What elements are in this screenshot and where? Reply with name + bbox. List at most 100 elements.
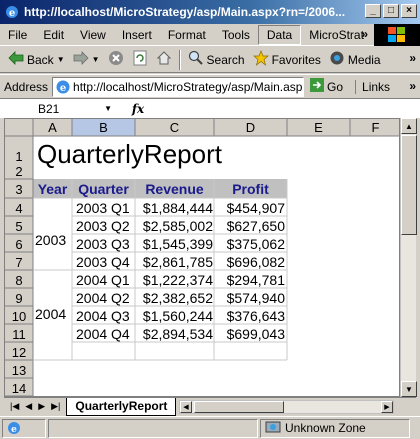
status-pane-zone: Unknown Zone [260,418,410,438]
quarter-cell: 2004 Q2 [76,290,130,306]
menu-data[interactable]: Data [257,24,302,45]
next-sheet-icon[interactable]: ▶ [38,401,45,412]
address-input[interactable]: e http://localhost/MicroStrategy/asp/Mai… [52,76,305,97]
stop-button[interactable] [104,49,128,71]
title-bar: e http://localhost/MicroStrategy/asp/Mai… [0,0,420,24]
menu-file[interactable]: File [0,25,35,45]
go-label: Go [327,79,344,94]
links-overflow-icon[interactable]: » [409,79,416,93]
quarter-cell: 2003 Q4 [76,254,130,270]
column-header-b[interactable]: B [72,120,135,135]
row-header[interactable]: 3 [5,182,33,197]
column-header-a[interactable]: A [33,120,72,135]
menu-tools[interactable]: Tools [214,25,258,45]
refresh-button[interactable] [128,49,152,71]
scroll-right-icon[interactable]: ▶ [381,401,393,413]
profit-cell: $574,940 [226,290,285,306]
first-sheet-icon[interactable]: |◀ [10,401,19,412]
year-cell: 2004 [35,306,67,322]
address-bar: Address e http://localhost/MicroStrategy… [0,74,420,98]
year-cell: 2003 [35,232,67,248]
name-box-value: B21 [38,101,60,116]
spreadsheet-grid[interactable]: A B C D E F 1 2 3 4 5 6 7 8 9 10 11 12 1… [4,118,400,397]
row-header[interactable]: 10 [5,309,33,324]
row-header[interactable]: 4 [5,201,33,216]
name-box[interactable]: B21 ▼ [0,100,118,118]
column-header-d[interactable]: D [214,120,287,135]
header-profit: Profit [232,181,269,197]
media-button[interactable]: Media [325,49,385,71]
status-bar: e Unknown Zone [0,416,420,439]
home-button[interactable] [152,49,176,71]
quarter-cell: 2004 Q4 [76,326,130,342]
toolbar-separator [178,49,181,70]
forward-button[interactable]: ▼ [69,49,104,71]
favorites-button[interactable]: Favorites [249,49,325,71]
revenue-cell: $2,382,652 [142,290,213,306]
horizontal-scrollbar[interactable]: ◀ ▶ [179,400,394,414]
row-header[interactable]: 7 [5,255,33,270]
formula-input[interactable] [158,100,420,118]
row-header[interactable]: 8 [5,273,33,288]
svg-text:e: e [9,8,15,19]
maximize-button[interactable]: □ [383,4,399,18]
menu-insert[interactable]: Insert [114,25,160,45]
profit-cell: $696,082 [226,254,285,270]
last-sheet-icon[interactable]: ▶| [51,401,60,412]
close-button[interactable]: × [401,4,417,18]
menu-edit[interactable]: Edit [35,25,72,45]
row-header[interactable]: 13 [5,363,33,378]
scroll-thumb[interactable] [401,135,417,235]
go-button[interactable]: Go [310,78,343,95]
name-box-dropdown-icon[interactable]: ▼ [104,104,112,113]
search-icon [188,50,204,69]
favorites-label: Favorites [271,52,321,67]
row-header[interactable]: 12 [5,345,33,360]
row-header[interactable]: 2 [5,164,33,179]
toolbar-overflow-icon[interactable]: » [409,51,416,65]
minimize-button[interactable]: _ [365,4,381,18]
vertical-scrollbar[interactable]: ▲ ▼ [400,118,417,397]
row-header[interactable]: 5 [5,219,33,234]
sheet-tab-bar: |◀ ◀ ▶ ▶| QuarterlyReport ◀ ▶ [4,397,416,416]
column-header-f[interactable]: F [350,120,399,135]
profit-cell: $627,650 [226,218,285,234]
profit-cell: $699,043 [226,326,285,342]
back-dropdown-icon[interactable]: ▼ [57,55,65,64]
row-header[interactable]: 6 [5,237,33,252]
browser-toolbar: Back ▼ ▼ Search Favorites Media » [0,47,420,73]
forward-arrow-icon [73,51,89,68]
forward-dropdown-icon[interactable]: ▼ [92,55,100,64]
zone-icon [265,420,281,437]
windows-logo-icon [374,24,420,46]
scroll-up-icon[interactable]: ▲ [401,118,417,134]
menu-view[interactable]: View [72,25,114,45]
fx-icon[interactable]: fx [118,102,158,116]
ie-icon: e [4,4,20,20]
horizontal-scroll-thumb[interactable] [194,401,284,413]
svg-text:e: e [60,83,66,94]
sheet-tab-quarterlyreport[interactable]: QuarterlyReport [66,397,177,416]
quarter-cell: 2003 Q3 [76,236,130,252]
column-header-e[interactable]: E [287,120,350,135]
row-header[interactable]: 11 [5,327,33,342]
media-label: Media [347,52,381,67]
quarter-cell: 2004 Q1 [76,272,130,288]
scroll-down-icon[interactable]: ▼ [401,381,417,397]
row-header[interactable]: 9 [5,291,33,306]
scroll-left-icon[interactable]: ◀ [180,401,192,413]
revenue-cell: $1,560,244 [142,308,213,324]
links-button[interactable]: Links [355,79,390,94]
prev-sheet-icon[interactable]: ◀ [25,401,32,412]
menu-format[interactable]: Format [160,25,214,45]
go-arrow-icon [310,78,325,95]
row-header[interactable]: 1 [5,149,33,164]
back-button[interactable]: Back ▼ [4,49,69,71]
stop-icon [108,50,124,69]
search-button[interactable]: Search [184,49,249,71]
column-header-c[interactable]: C [135,120,214,135]
menu-overflow-icon[interactable]: » [361,27,368,41]
profit-cell: $454,907 [226,200,285,216]
report-title: QuarterlyReport [37,139,222,169]
row-header[interactable]: 14 [5,381,33,396]
